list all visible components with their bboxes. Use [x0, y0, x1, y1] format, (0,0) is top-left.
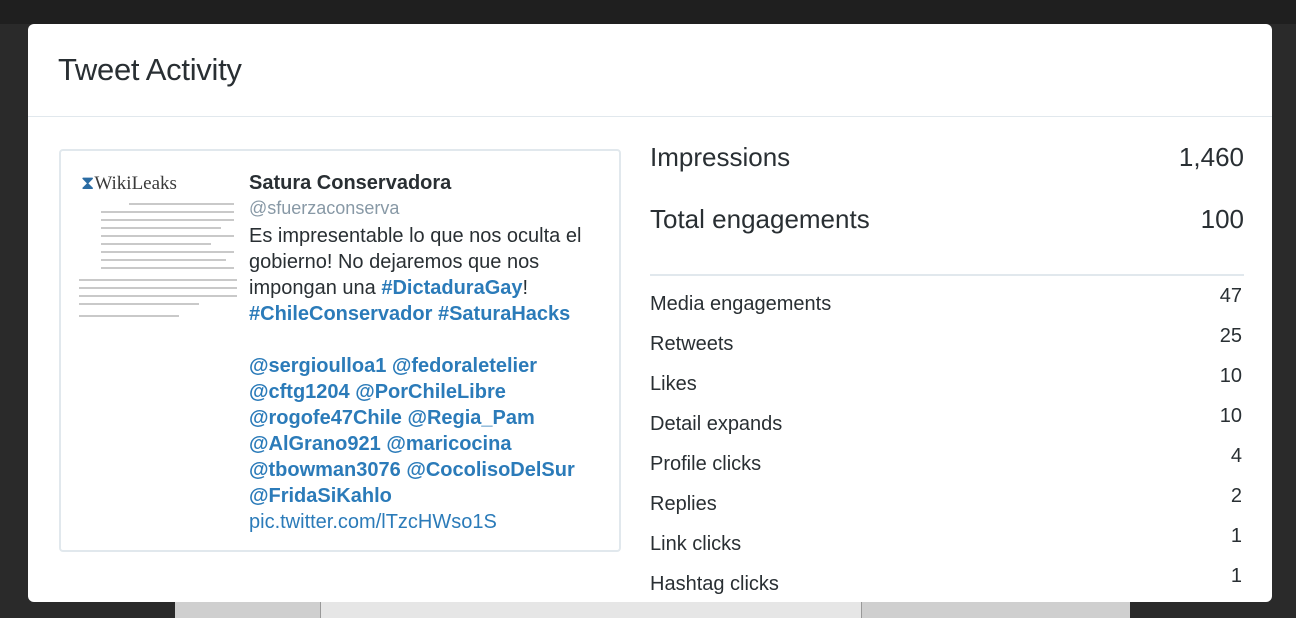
- mention-link[interactable]: @maricocina: [386, 433, 511, 455]
- tweet-card[interactable]: ⧗WikiLeaks Satura Conservadora @sfuerzac…: [59, 149, 621, 552]
- modal-header: Tweet Activity: [28, 24, 1272, 117]
- hashtag-link[interactable]: #SaturaHacks: [438, 303, 570, 325]
- metric-label: Hashtag clicks: [650, 573, 779, 595]
- metric-value: 2: [1230, 485, 1242, 507]
- metric-row-retweets: Retweets 25: [650, 323, 1244, 363]
- mention-link[interactable]: @cftg1204: [249, 381, 350, 403]
- mention-link[interactable]: @AlGrano921: [249, 433, 381, 455]
- metric-row-link-clicks: Link clicks 1: [650, 523, 1244, 563]
- metric-label: Media engagements: [650, 293, 832, 315]
- media-link[interactable]: pic.twitter.com/lTzcHWso1S: [249, 511, 497, 533]
- mention-link[interactable]: @rogofe47Chile: [249, 407, 402, 429]
- hashtag-link[interactable]: #ChileConservador: [249, 303, 432, 325]
- mention-link[interactable]: @CocolisoDelSur: [406, 459, 574, 481]
- impressions-value: 1,460: [1178, 142, 1244, 172]
- mention-link[interactable]: @sergioulloa1: [249, 355, 386, 377]
- metric-label: Profile clicks: [650, 453, 762, 475]
- metric-label: Retweets: [650, 333, 734, 355]
- metric-row-media-engagements: Media engagements 47: [650, 283, 1244, 323]
- metric-label: Likes: [650, 373, 697, 395]
- metric-label: Link clicks: [650, 533, 742, 555]
- background-page-header: [0, 0, 1296, 24]
- total-engagements-label: Total engagements: [650, 204, 870, 234]
- tweet-text-line: #ChileConservador #SaturaHacks: [249, 301, 609, 327]
- wikileaks-logo: ⧗WikiLeaks: [81, 173, 177, 194]
- mention-link[interactable]: @Regia_Pam: [407, 407, 534, 429]
- tweet-activity-modal: Tweet Activity ⧗WikiLeaks Satura Conserv…: [28, 24, 1272, 602]
- author-name[interactable]: Satura Conservadora: [249, 171, 609, 195]
- mention-link[interactable]: @PorChileLibre: [355, 381, 506, 403]
- mention-line: @sergioulloa1 @fedoraletelier: [249, 353, 609, 379]
- mention-line: @rogofe47Chile @Regia_Pam: [249, 405, 609, 431]
- metric-label: Replies: [650, 493, 717, 515]
- metric-row-replies: Replies 2: [650, 483, 1244, 523]
- tweet-text: Es impresentable lo que nos oculta el go…: [249, 223, 609, 535]
- metric-row-hashtag-clicks: Hashtag clicks 1: [650, 563, 1244, 602]
- hourglass-icon: ⧗: [81, 173, 95, 194]
- author-handle[interactable]: @sfuerzaconserva: [249, 195, 609, 221]
- metric-value: 1: [1230, 565, 1242, 587]
- metric-row-detail-expands: Detail expands 10: [650, 403, 1244, 443]
- tweet-text-line: Es impresentable lo que nos oculta el: [249, 225, 582, 247]
- metric-value: 25: [1219, 325, 1242, 347]
- metric-row-profile-clicks: Profile clicks 4: [650, 443, 1244, 483]
- tweet-text-line: gobierno! No dejaremos que nos: [249, 251, 540, 273]
- tweet-text-line: impongan una #DictaduraGay!: [249, 277, 529, 299]
- mention-line: @cftg1204 @PorChileLibre: [249, 379, 609, 405]
- metric-value: 10: [1219, 405, 1242, 427]
- mention-line: @tbowman3076 @CocolisoDelSur: [249, 457, 609, 483]
- divider: [650, 274, 1244, 276]
- mention-line: @AlGrano921 @maricocina: [249, 431, 609, 457]
- total-engagements-value: 100: [1200, 204, 1244, 234]
- mention-link[interactable]: @fedoraletelier: [392, 355, 537, 377]
- mention-link[interactable]: @tbowman3076: [249, 459, 401, 481]
- metric-label: Detail expands: [650, 413, 783, 435]
- metric-row-likes: Likes 10: [650, 363, 1244, 403]
- metric-value: 10: [1219, 365, 1242, 387]
- modal-title: Tweet Activity: [58, 52, 242, 87]
- metric-value: 47: [1219, 285, 1242, 307]
- mention-line: @FridaSiKahlo: [249, 483, 609, 509]
- metric-value: 4: [1230, 445, 1242, 467]
- tweet-media-thumbnail[interactable]: ⧗WikiLeaks: [79, 169, 239, 319]
- metric-value: 1: [1230, 525, 1242, 547]
- media-link-line: pic.twitter.com/lTzcHWso1S: [249, 509, 609, 535]
- tweet-body: Satura Conservadora @sfuerzaconserva Es …: [249, 171, 609, 535]
- mention-link[interactable]: @FridaSiKahlo: [249, 485, 392, 507]
- impressions-label: Impressions: [650, 142, 791, 172]
- hashtag-link[interactable]: #DictaduraGay: [381, 277, 522, 299]
